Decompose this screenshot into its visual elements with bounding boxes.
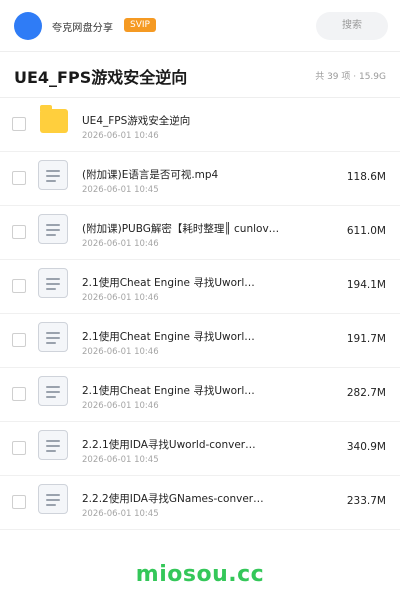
item-summary: 共 39 项 · 15.9G: [315, 72, 386, 82]
item-size: 194.1M: [346, 279, 386, 291]
list-item[interactable]: 2.1使用Cheat Engine 寻找Uworl… 2026-06-01 10…: [0, 314, 400, 368]
file-icon: [38, 214, 68, 244]
brand-label: 夸克网盘分享: [52, 23, 114, 34]
file-icon-wrap: [38, 322, 70, 354]
folder-icon: [40, 105, 68, 133]
file-icon: [38, 322, 68, 352]
file-icon-wrap: [38, 268, 70, 300]
svip-badge: SVIP: [124, 18, 156, 32]
file-icon: [38, 484, 68, 514]
item-size: 191.7M: [346, 333, 386, 345]
file-icon: [38, 430, 68, 460]
item-name[interactable]: 2.2.1使用IDA寻找Uworld-conver…: [82, 437, 282, 452]
item-size: 340.9M: [346, 441, 386, 453]
list-item[interactable]: UE4_FPS游戏安全逆向 2026-06-01 10:46: [0, 98, 400, 152]
page-title: UE4_FPS游戏安全逆向: [14, 68, 188, 87]
select-checkbox[interactable]: [12, 333, 26, 347]
avatar[interactable]: [14, 12, 42, 40]
folder-header: UE4_FPS游戏安全逆向 共 39 项 · 15.9G: [0, 52, 400, 98]
item-date: 2026-06-01 10:46: [82, 293, 159, 303]
item-date: 2026-06-01 10:46: [82, 401, 159, 411]
item-name[interactable]: (附加课)PUBG解密【耗时整理║ cunlove…: [82, 221, 282, 236]
item-name[interactable]: 2.1使用Cheat Engine 寻找Uworl…: [82, 383, 282, 398]
file-icon-wrap: [38, 430, 70, 462]
file-list: UE4_FPS游戏安全逆向 2026-06-01 10:46 (附加课)E语言是…: [0, 98, 400, 530]
file-icon: [38, 268, 68, 298]
select-checkbox[interactable]: [12, 225, 26, 239]
item-size: 233.7M: [346, 495, 386, 507]
item-size: 118.6M: [346, 171, 386, 183]
select-checkbox[interactable]: [12, 117, 26, 131]
file-icon: [38, 160, 68, 190]
list-item[interactable]: (附加课)PUBG解密【耗时整理║ cunlove… 2026-06-01 10…: [0, 206, 400, 260]
file-icon-wrap: [38, 160, 70, 192]
watermark-text: miosou.cc: [135, 562, 265, 587]
select-checkbox[interactable]: [12, 495, 26, 509]
select-checkbox[interactable]: [12, 441, 26, 455]
item-date: 2026-06-01 10:46: [82, 239, 159, 249]
item-size: 611.0M: [346, 225, 386, 237]
item-date: 2026-06-01 10:45: [82, 509, 159, 519]
item-date: 2026-06-01 10:45: [82, 185, 159, 195]
item-date: 2026-06-01 10:45: [82, 455, 159, 465]
list-item[interactable]: 2.1使用Cheat Engine 寻找Uworl… 2026-06-01 10…: [0, 368, 400, 422]
item-name[interactable]: UE4_FPS游戏安全逆向: [82, 113, 282, 128]
file-icon: [38, 376, 68, 406]
item-date: 2026-06-01 10:46: [82, 347, 159, 357]
item-date: 2026-06-01 10:46: [82, 131, 159, 141]
folder-icon-wrap: [38, 105, 70, 138]
list-item[interactable]: 2.1使用Cheat Engine 寻找Uworl… 2026-06-01 10…: [0, 260, 400, 314]
item-name[interactable]: 2.2.2使用IDA寻找GNames-conver…: [82, 491, 282, 506]
file-icon-wrap: [38, 214, 70, 246]
list-item[interactable]: 2.2.2使用IDA寻找GNames-conver… 2026-06-01 10…: [0, 476, 400, 530]
select-checkbox[interactable]: [12, 279, 26, 293]
top-bar: 夸克网盘分享 SVIP 搜索: [0, 0, 400, 52]
item-name[interactable]: 2.1使用Cheat Engine 寻找Uworl…: [82, 329, 282, 344]
search-button[interactable]: 搜索: [316, 12, 388, 40]
list-item[interactable]: (附加课)E语言是否可视.mp4 2026-06-01 10:45 118.6M: [0, 152, 400, 206]
select-checkbox[interactable]: [12, 171, 26, 185]
share-page: 夸克网盘分享 SVIP 搜索 UE4_FPS游戏安全逆向 共 39 项 · 15…: [0, 0, 400, 600]
select-checkbox[interactable]: [12, 387, 26, 401]
file-icon-wrap: [38, 376, 70, 408]
item-name[interactable]: 2.1使用Cheat Engine 寻找Uworl…: [82, 275, 282, 290]
item-size: 282.7M: [346, 387, 386, 399]
list-item[interactable]: 2.2.1使用IDA寻找Uworld-conver… 2026-06-01 10…: [0, 422, 400, 476]
file-icon-wrap: [38, 484, 70, 516]
item-name[interactable]: (附加课)E语言是否可视.mp4: [82, 167, 282, 182]
